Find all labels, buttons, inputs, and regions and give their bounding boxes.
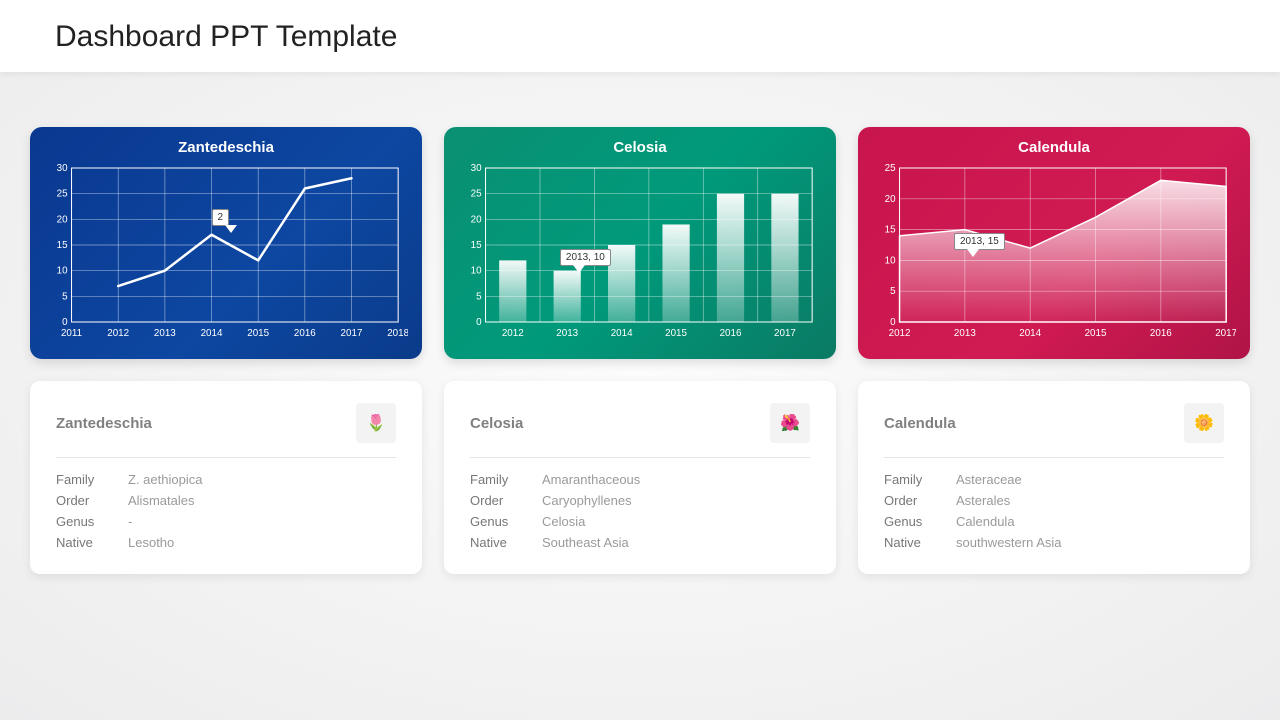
chart-title: Zantedeschia (44, 139, 408, 156)
svg-text:5: 5 (62, 291, 68, 302)
svg-text:2016: 2016 (720, 328, 742, 339)
svg-text:2018: 2018 (387, 328, 408, 339)
field-label: Order (884, 493, 956, 508)
svg-text:25: 25 (471, 189, 482, 200)
svg-text:2014: 2014 (1019, 328, 1041, 339)
svg-text:2013: 2013 (556, 328, 578, 339)
chart-title: Celosia (458, 139, 822, 156)
field-value: Alismatales (128, 493, 194, 508)
svg-text:0: 0 (476, 317, 482, 328)
chart-callout: 2013, 15 (954, 233, 1005, 250)
info-card-zantedeschia: Zantedeschia 🌷 FamilyZ. aethiopica Order… (30, 381, 422, 574)
flower-thumb: 🌷 (356, 403, 396, 443)
svg-text:2017: 2017 (341, 328, 363, 339)
svg-text:2015: 2015 (1085, 328, 1107, 339)
field-value: Celosia (542, 514, 585, 529)
svg-text:2016: 2016 (1150, 328, 1172, 339)
chart-card-calendula: Calendula 0 5 10 15 20 25 2012 2013 2014 2015 2016… (858, 127, 1250, 359)
field-label: Native (884, 535, 956, 550)
svg-text:15: 15 (57, 240, 68, 251)
svg-text:2011: 2011 (61, 328, 83, 339)
field-label: Native (470, 535, 542, 550)
svg-text:15: 15 (471, 240, 482, 251)
field-value: Lesotho (128, 535, 174, 550)
field-label: Order (56, 493, 128, 508)
field-value: Amaranthaceous (542, 472, 640, 487)
svg-text:2012: 2012 (889, 328, 911, 339)
field-value: Asteraceae (956, 472, 1022, 487)
svg-text:5: 5 (890, 286, 896, 297)
field-label: Native (56, 535, 128, 550)
svg-text:2016: 2016 (294, 328, 316, 339)
field-label: Family (56, 472, 128, 487)
field-label: Order (470, 493, 542, 508)
chart-card-celosia: Celosia 0 5 10 15 20 25 30 2012 2013 2014 2015 2016… (444, 127, 836, 359)
svg-text:0: 0 (62, 317, 68, 328)
svg-text:30: 30 (471, 163, 482, 174)
field-value: southwestern Asia (956, 535, 1062, 550)
info-card-celosia: Celosia 🌺 FamilyAmaranthaceous OrderCary… (444, 381, 836, 574)
field-label: Genus (884, 514, 956, 529)
field-label: Genus (56, 514, 128, 529)
svg-text:20: 20 (885, 194, 896, 205)
field-value: Z. aethiopica (128, 472, 202, 487)
svg-text:10: 10 (471, 266, 482, 277)
svg-text:30: 30 (57, 163, 68, 174)
field-value: Asterales (956, 493, 1010, 508)
field-label: Family (884, 472, 956, 487)
info-title: Zantedeschia (56, 415, 152, 432)
svg-text:10: 10 (57, 266, 68, 277)
chart-callout: 2 (212, 209, 230, 226)
field-label: Family (470, 472, 542, 487)
area-chart: 0 5 10 15 20 25 2012 2013 2014 2015 2016 2017 2013,… (872, 162, 1236, 342)
field-label: Genus (470, 514, 542, 529)
svg-text:25: 25 (57, 189, 68, 200)
field-value: Calendula (956, 514, 1015, 529)
chart-card-zantedeschia: Zantedeschia 0 5 10 15 20 25 30 2011 2012 2013 201… (30, 127, 422, 359)
page-title: Dashboard PPT Template (0, 0, 1280, 72)
svg-text:2013: 2013 (954, 328, 976, 339)
svg-text:20: 20 (57, 214, 68, 225)
svg-text:15: 15 (885, 225, 896, 236)
chart-callout: 2013, 10 (560, 249, 611, 266)
svg-text:2015: 2015 (247, 328, 269, 339)
info-card-row: Zantedeschia 🌷 FamilyZ. aethiopica Order… (0, 359, 1280, 574)
svg-text:2013: 2013 (154, 328, 176, 339)
svg-text:2012: 2012 (107, 328, 129, 339)
bar-chart: 0 5 10 15 20 25 30 2012 2013 2014 2015 2016 2017 201… (458, 162, 822, 342)
svg-text:0: 0 (890, 317, 896, 328)
chart-title: Calendula (872, 139, 1236, 156)
svg-text:25: 25 (885, 163, 896, 174)
svg-text:2012: 2012 (502, 328, 524, 339)
info-title: Celosia (470, 415, 523, 432)
svg-text:2014: 2014 (201, 328, 223, 339)
chart-grid: Zantedeschia 051015202530201120122013201… (0, 72, 1280, 359)
info-card-calendula: Calendula 🌼 FamilyAsteraceae OrderAstera… (858, 381, 1250, 574)
line-chart: 0 5 10 15 20 25 30 2011 2012 2013 2014 2015 2016 2017… (44, 162, 408, 342)
svg-text:2017: 2017 (774, 328, 796, 339)
svg-text:2014: 2014 (611, 328, 633, 339)
field-value: - (128, 514, 132, 529)
svg-text:20: 20 (471, 214, 482, 225)
field-value: Southeast Asia (542, 535, 629, 550)
info-title: Calendula (884, 415, 956, 432)
svg-text:2017: 2017 (1215, 328, 1236, 339)
flower-thumb: 🌼 (1184, 403, 1224, 443)
flower-thumb: 🌺 (770, 403, 810, 443)
svg-text:5: 5 (476, 291, 482, 302)
field-value: Caryophyllenes (542, 493, 632, 508)
svg-text:10: 10 (885, 255, 896, 266)
svg-text:2015: 2015 (665, 328, 687, 339)
